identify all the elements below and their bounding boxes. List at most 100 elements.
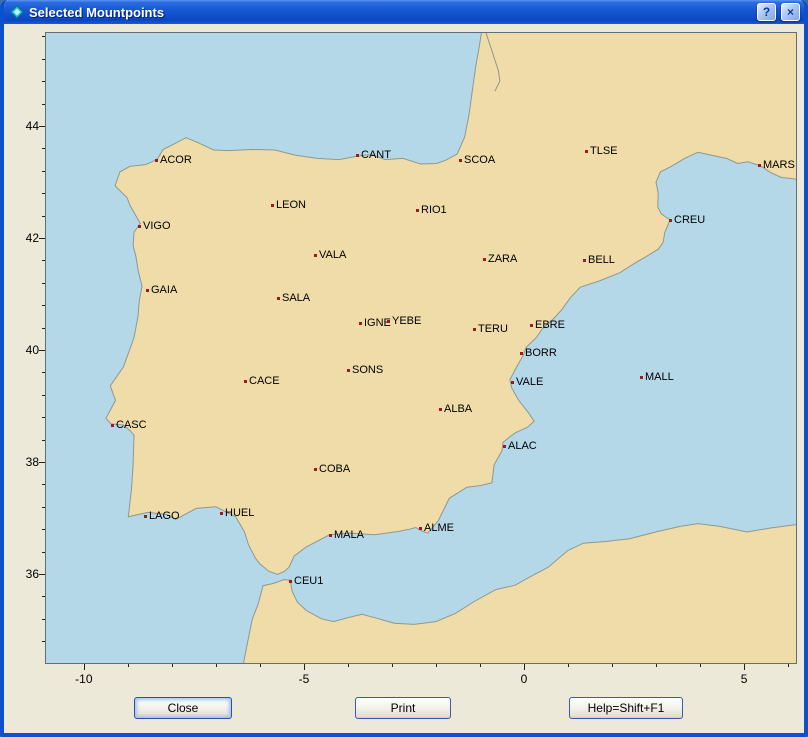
x-minor-tick: [436, 664, 437, 667]
station-label-ebre: EBRE: [535, 318, 565, 332]
help-icon[interactable]: ?: [757, 3, 776, 21]
x-tick: [744, 664, 745, 670]
x-tick: [304, 664, 305, 670]
station-marker-cace: [244, 380, 247, 383]
station-marker-alac: [503, 445, 506, 448]
station-marker-ebre: [530, 324, 533, 327]
station-label-alme: ALME: [424, 521, 454, 535]
station-marker-teru: [473, 328, 476, 331]
station-marker-tlse: [585, 150, 588, 153]
x-tick: [84, 664, 85, 670]
window-title: Selected Mountpoints: [29, 5, 752, 20]
station-label-casc: CASC: [116, 418, 147, 432]
station-marker-alme: [419, 527, 422, 530]
station-label-vale: VALE: [516, 375, 543, 389]
station-label-mala: MALA: [334, 528, 364, 542]
x-tick-label: 0: [521, 672, 528, 686]
station-marker-sons: [347, 369, 350, 372]
x-tick-label: -5: [299, 672, 310, 686]
station-marker-yebe: [387, 320, 390, 323]
x-minor-tick: [612, 664, 613, 667]
station-label-cant: CANT: [361, 148, 391, 162]
station-marker-igne: [359, 322, 362, 325]
station-label-sons: SONS: [352, 363, 383, 377]
station-label-vigo: VIGO: [143, 219, 171, 233]
station-label-acor: ACOR: [160, 153, 192, 167]
station-label-creu: CREU: [674, 213, 705, 227]
x-minor-tick: [700, 664, 701, 667]
selected-mountpoints-window: Selected Mountpoints ? × ACOR VIGO GAIA CAS…: [0, 0, 808, 737]
print-button[interactable]: Print: [355, 697, 451, 719]
dialog-client-area: ACORVIGOGAIACASCLAGOHUELCACESALALEONCANT…: [4, 24, 804, 729]
map-canvas: ACORVIGOGAIACASCLAGOHUELCACESALALEONCANT…: [45, 32, 797, 664]
station-label-alac: ALAC: [508, 439, 537, 453]
help-button[interactable]: Help=Shift+F1: [569, 697, 683, 719]
station-label-mars: MARS: [763, 158, 795, 172]
station-marker-casc: [111, 424, 114, 427]
station-label-tlse: TLSE: [590, 144, 618, 158]
station-label-zara: ZARA: [488, 252, 517, 266]
station-marker-leon: [271, 204, 274, 207]
title-bar[interactable]: Selected Mountpoints ? ×: [4, 0, 804, 24]
station-label-borr: BORR: [525, 346, 557, 360]
station-marker-mars: [758, 164, 761, 167]
x-minor-tick: [392, 664, 393, 667]
station-marker-scoa: [459, 159, 462, 162]
station-marker-layer: ACORVIGOGAIACASCLAGOHUELCACESALALEONCANT…: [46, 33, 796, 663]
y-tick-label: 40: [7, 343, 39, 357]
y-tick-label: 36: [7, 567, 39, 581]
station-marker-gaia: [146, 289, 149, 292]
x-minor-tick: [568, 664, 569, 667]
station-label-ceu1: CEU1: [294, 574, 323, 588]
y-tick-label: 38: [7, 455, 39, 469]
close-icon[interactable]: ×: [781, 3, 800, 21]
close-button[interactable]: Close: [134, 697, 232, 719]
station-marker-coba: [314, 468, 317, 471]
x-minor-tick: [348, 664, 349, 667]
station-marker-creu: [669, 219, 672, 222]
y-tick-label: 44: [7, 119, 39, 133]
station-label-gaia: GAIA: [151, 283, 177, 297]
x-minor-tick: [788, 664, 789, 667]
station-marker-ceu1: [289, 580, 292, 583]
x-tick: [524, 664, 525, 670]
station-label-vala: VALA: [319, 248, 346, 262]
station-label-mall: MALL: [645, 370, 674, 384]
station-label-scoa: SCOA: [464, 153, 495, 167]
station-marker-alba: [439, 408, 442, 411]
station-marker-vale: [511, 381, 514, 384]
station-marker-rio1: [416, 209, 419, 212]
station-label-bell: BELL: [588, 253, 615, 267]
station-marker-vigo: [138, 225, 141, 228]
y-tick-label: 42: [7, 231, 39, 245]
station-marker-bell: [583, 259, 586, 262]
station-label-rio1: RIO1: [421, 203, 447, 217]
x-tick-label: -10: [75, 672, 92, 686]
x-minor-tick: [480, 664, 481, 667]
station-marker-lago: [144, 515, 147, 518]
station-marker-mala: [329, 534, 332, 537]
x-minor-tick: [260, 664, 261, 667]
station-marker-acor: [155, 159, 158, 162]
station-marker-zara: [483, 258, 486, 261]
x-minor-tick: [656, 664, 657, 667]
station-marker-cant: [356, 154, 359, 157]
station-label-huel: HUEL: [225, 506, 254, 520]
station-label-teru: TERU: [478, 322, 508, 336]
station-label-yebe: YEBE: [392, 314, 421, 328]
x-tick-label: 5: [741, 672, 748, 686]
station-label-sala: SALA: [282, 291, 310, 305]
x-minor-tick: [216, 664, 217, 667]
station-marker-sala: [277, 297, 280, 300]
station-marker-vala: [314, 254, 317, 257]
x-minor-tick: [128, 664, 129, 667]
station-label-alba: ALBA: [444, 402, 472, 416]
station-label-leon: LEON: [276, 198, 306, 212]
x-minor-tick: [172, 664, 173, 667]
station-label-coba: COBA: [319, 462, 350, 476]
station-label-lago: LAGO: [149, 509, 180, 523]
station-label-igne: IGNE: [364, 316, 391, 330]
app-icon: [10, 5, 24, 19]
station-marker-huel: [220, 512, 223, 515]
station-marker-mall: [640, 376, 643, 379]
